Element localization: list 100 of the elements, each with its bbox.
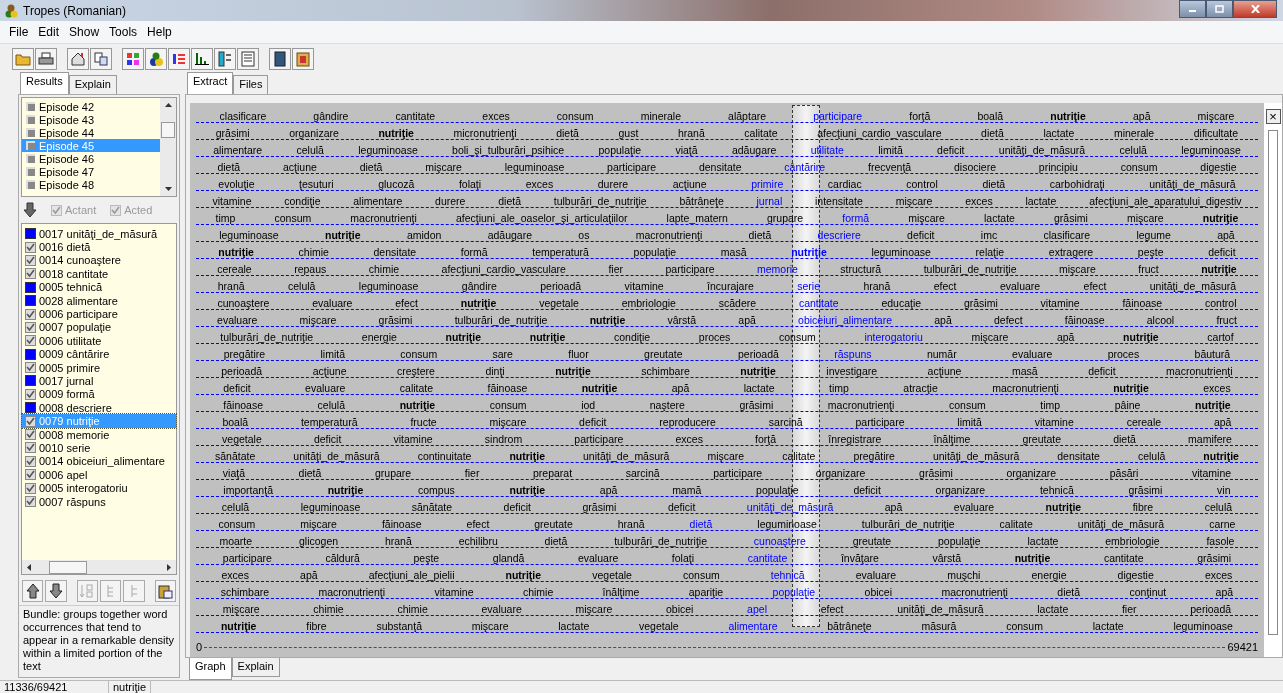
graph-word[interactable]: timp <box>1040 399 1061 411</box>
graph-word[interactable]: continuitate <box>417 450 472 462</box>
graph-word[interactable]: nutriţie <box>378 127 414 139</box>
graph-word[interactable]: nutriţie <box>1113 382 1149 394</box>
graph-word[interactable]: nutriţie <box>1045 501 1082 513</box>
graph-word[interactable]: densitate <box>698 161 742 173</box>
graph-word[interactable]: vegetale <box>222 433 262 445</box>
graph-word[interactable]: apă <box>1213 416 1232 428</box>
clipboard-button[interactable] <box>154 580 176 602</box>
graph-word[interactable]: făinoase <box>223 399 263 411</box>
graph-word[interactable]: apă <box>738 314 756 326</box>
graph-word[interactable]: organizare <box>935 484 986 496</box>
graph-word[interactable]: consum <box>489 399 527 411</box>
graph-word[interactable]: vârstă <box>667 314 697 326</box>
table-button[interactable] <box>237 48 259 70</box>
graph-word[interactable]: consum <box>1006 620 1043 632</box>
graph-word[interactable]: macronutrienţi <box>827 399 895 411</box>
graph-word[interactable]: macronutrienţi <box>1166 365 1233 377</box>
graph-word[interactable]: consum <box>274 212 312 224</box>
graph-word[interactable]: efect <box>933 280 957 292</box>
episode-item[interactable]: Episode 46 <box>22 152 160 165</box>
graph-word[interactable]: nutriţie <box>1050 110 1086 122</box>
menu-item[interactable]: File <box>4 25 34 39</box>
graph-word[interactable]: pregătire <box>223 348 266 360</box>
graph-word[interactable]: pregătire <box>853 450 895 462</box>
graph-word[interactable]: leguminoase <box>358 144 418 156</box>
graph-word[interactable]: greutate <box>1022 433 1061 445</box>
graph-word[interactable]: greutate <box>534 518 573 530</box>
graph-word[interactable]: fier <box>1121 603 1137 615</box>
graph-word[interactable]: evaluare <box>481 603 522 615</box>
graph-word[interactable]: relaţie <box>975 246 1005 258</box>
graph-word[interactable]: organizare <box>815 467 866 479</box>
graph-word[interactable]: unităţi_de_măsură <box>932 450 1020 462</box>
graph-word[interactable]: schimbare <box>641 365 690 377</box>
word-list-item[interactable]: 0018 cantitate <box>22 267 176 281</box>
graph-word[interactable]: adăugare <box>731 144 777 156</box>
graph-word[interactable]: obiceiuri_alimentare <box>798 314 893 326</box>
graph-word[interactable]: dietă <box>1057 586 1081 598</box>
graph-word[interactable]: exces <box>965 195 993 207</box>
graph-word[interactable]: scădere <box>718 297 757 309</box>
graph-word[interactable]: nutriţie <box>399 399 436 411</box>
graph-word[interactable]: deficit <box>579 416 607 428</box>
episode-item[interactable]: Episode 48 <box>22 178 160 191</box>
graph-word[interactable]: cereale <box>217 263 252 275</box>
graph-word[interactable]: afecţiuni_ale_pielii <box>368 569 455 581</box>
graph-word[interactable]: mişcare <box>425 161 462 173</box>
graph-word[interactable]: tulburări_de_nutriţie <box>614 535 707 547</box>
graph-word[interactable]: fruct <box>1138 263 1159 275</box>
graph-word[interactable]: vitamine <box>1191 467 1232 479</box>
episode-item[interactable]: Episode 42 <box>22 100 160 113</box>
graph-word[interactable]: grăsimi <box>963 297 998 309</box>
graph-word[interactable]: tulburări_de_nutriţie <box>923 263 1017 275</box>
bars-button[interactable] <box>168 48 190 70</box>
word-list-item[interactable]: 0006 participare <box>22 307 176 321</box>
graph-word[interactable]: nutriţie <box>1123 331 1159 343</box>
tab[interactable]: Files <box>233 75 269 94</box>
graph-word[interactable]: cântărire <box>784 161 826 173</box>
graph-word[interactable]: memorie <box>757 263 798 275</box>
graph-word[interactable]: făinoase <box>487 382 528 394</box>
graph-word[interactable]: cunoaştere <box>217 297 270 309</box>
graph-word[interactable]: defect <box>994 314 1023 326</box>
graph-word[interactable]: conţinut <box>1129 586 1167 598</box>
graph-word[interactable]: evoluţie <box>218 178 255 190</box>
graph-word[interactable]: unităţi_de_măsură <box>998 144 1086 156</box>
graph-word[interactable]: mişcare <box>1197 110 1235 122</box>
graph-word[interactable]: os <box>578 229 590 241</box>
graph-word[interactable]: mişcare <box>895 195 933 207</box>
graph-word[interactable]: mamifere <box>1188 433 1232 445</box>
graph-word[interactable]: preparat <box>533 467 573 479</box>
word-list-item[interactable]: 0010 serie <box>22 441 176 455</box>
word-list-item[interactable]: 0006 apel <box>22 468 176 482</box>
graph-word[interactable]: vitamine <box>1034 416 1074 428</box>
graph-word[interactable]: nutriţie <box>325 229 361 241</box>
graph-word[interactable]: deficit <box>667 501 696 513</box>
graph-word[interactable]: vârstă <box>932 552 962 564</box>
graph-word[interactable]: efect <box>395 297 418 309</box>
graph-word[interactable]: organizare <box>289 127 339 139</box>
graph-word[interactable]: tulburări_de_nutriţie <box>861 518 955 530</box>
graph-word[interactable]: hrană <box>384 535 412 547</box>
graph-word[interactable]: alimentare <box>213 144 263 156</box>
graph-word[interactable]: încurajare <box>707 280 754 292</box>
scrollbar[interactable] <box>160 98 176 196</box>
graph-word[interactable]: mişcare <box>300 518 337 530</box>
graph-word[interactable]: atracţie <box>903 382 938 394</box>
graph-word[interactable]: fluor <box>568 348 589 360</box>
graph-word[interactable]: imc <box>980 229 998 241</box>
graph-word[interactable]: grăsimi <box>1054 212 1088 224</box>
graph-word[interactable]: evaluare <box>1012 348 1053 360</box>
graph-word[interactable]: leguminoase <box>219 229 279 241</box>
graph-word[interactable]: înălţime <box>933 433 971 445</box>
graph-word[interactable]: frecvenţă <box>868 161 912 173</box>
horizontal-scrollbar[interactable] <box>22 560 176 574</box>
graph-word[interactable]: macronutrienţi <box>350 212 417 224</box>
graph-word[interactable]: educaţie <box>881 297 922 309</box>
graph-word[interactable]: cantitate <box>798 297 839 309</box>
graph-word[interactable]: apă <box>934 314 952 326</box>
graph-word[interactable]: fibre <box>1132 501 1154 513</box>
graph-word[interactable]: mişcare <box>971 331 1009 343</box>
graph-word[interactable]: embriologie <box>621 297 676 309</box>
graph-word[interactable]: perioadă <box>221 365 263 377</box>
